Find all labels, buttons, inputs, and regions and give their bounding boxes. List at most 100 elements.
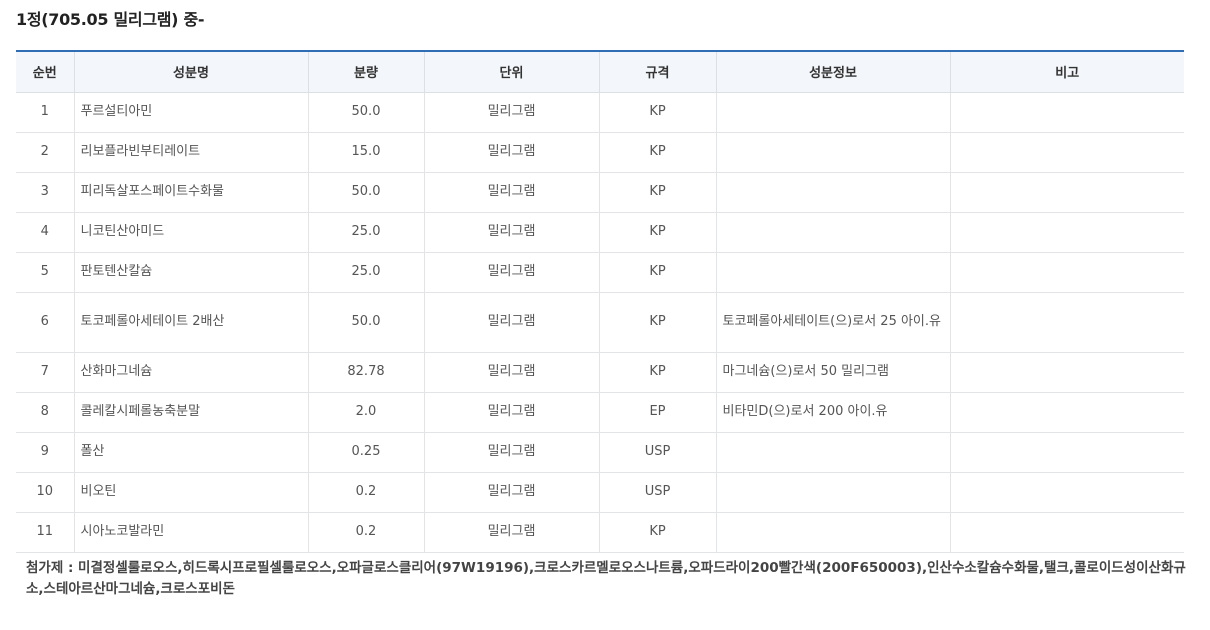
cell-note	[949, 431, 1184, 473]
cell-name: 니코틴산아미드	[73, 211, 309, 253]
additives-text: 첨가제 : 미결정셀룰로오스,히드록시프로필셀룰로오스,오파글로스클리어(97W…	[26, 560, 1186, 597]
cell-unit: 밀리그램	[423, 391, 600, 433]
cell-info	[715, 471, 951, 513]
column-header-name: 성분명	[73, 51, 309, 93]
table-row: 7 산화마그네슘 82.78 밀리그램 KP 마그네슘(으)로서 50 밀리그램	[16, 351, 1184, 393]
cell-no: 10	[16, 471, 75, 513]
cell-unit: 밀리그램	[423, 211, 600, 253]
cell-note	[949, 91, 1184, 133]
cell-info	[715, 131, 951, 173]
cell-info: 마그네슘(으)로서 50 밀리그램	[715, 351, 951, 393]
table-row: 8 콜레칼시페롤농축분말 2.0 밀리그램 EP 비타민D(으)로서 200 아…	[16, 391, 1184, 433]
cell-amount: 50.0	[307, 291, 425, 353]
cell-unit: 밀리그램	[423, 291, 600, 353]
cell-amount: 25.0	[307, 251, 425, 293]
column-header-amount: 분량	[307, 51, 425, 93]
cell-note	[949, 391, 1184, 433]
table-header-row: 순번 성분명 분량 단위 규격 성분정보 비고	[16, 51, 1184, 93]
cell-no: 7	[16, 351, 75, 393]
cell-unit: 밀리그램	[423, 171, 600, 213]
cell-name: 산화마그네슘	[73, 351, 309, 393]
column-header-no: 순번	[16, 51, 75, 93]
cell-unit: 밀리그램	[423, 431, 600, 473]
cell-no: 2	[16, 131, 75, 173]
cell-note	[949, 351, 1184, 393]
cell-unit: 밀리그램	[423, 471, 600, 513]
table-row: 10 비오틴 0.2 밀리그램 USP	[16, 471, 1184, 513]
cell-spec: KP	[598, 211, 717, 253]
cell-name: 푸르설티아민	[73, 91, 309, 133]
cell-info	[715, 251, 951, 293]
cell-amount: 2.0	[307, 391, 425, 433]
cell-amount: 0.25	[307, 431, 425, 473]
cell-note	[949, 511, 1184, 553]
cell-note	[949, 211, 1184, 253]
cell-amount: 15.0	[307, 131, 425, 173]
cell-spec: USP	[598, 431, 717, 473]
cell-note	[949, 471, 1184, 513]
column-header-info: 성분정보	[715, 51, 951, 93]
cell-spec: USP	[598, 471, 717, 513]
cell-info	[715, 511, 951, 553]
cell-name: 폴산	[73, 431, 309, 473]
table-row: 11 시아노코발라민 0.2 밀리그램 KP	[16, 511, 1184, 553]
cell-spec: KP	[598, 291, 717, 353]
table-row: 6 토코페롤아세테이트 2배산 50.0 밀리그램 KP 토코페롤아세테이트(으…	[16, 291, 1184, 353]
cell-amount: 82.78	[307, 351, 425, 393]
cell-spec: KP	[598, 251, 717, 293]
cell-amount: 0.2	[307, 511, 425, 553]
table-row: 5 판토텐산칼슘 25.0 밀리그램 KP	[16, 251, 1184, 293]
column-header-spec: 규격	[598, 51, 717, 93]
cell-spec: KP	[598, 171, 717, 213]
cell-note	[949, 251, 1184, 293]
cell-spec: EP	[598, 391, 717, 433]
cell-unit: 밀리그램	[423, 91, 600, 133]
cell-unit: 밀리그램	[423, 251, 600, 293]
cell-no: 8	[16, 391, 75, 433]
cell-name: 시아노코발라민	[73, 511, 309, 553]
cell-name: 콜레칼시페롤농축분말	[73, 391, 309, 433]
cell-info	[715, 211, 951, 253]
cell-info	[715, 91, 951, 133]
cell-no: 1	[16, 91, 75, 133]
cell-spec: KP	[598, 131, 717, 173]
cell-no: 6	[16, 291, 75, 353]
cell-note	[949, 171, 1184, 213]
table-row: 2 리보플라빈부티레이트 15.0 밀리그램 KP	[16, 131, 1184, 173]
column-header-unit: 단위	[423, 51, 600, 93]
cell-name: 비오틴	[73, 471, 309, 513]
cell-name: 판토텐산칼슘	[73, 251, 309, 293]
table-row: 4 니코틴산아미드 25.0 밀리그램 KP	[16, 211, 1184, 253]
table-row: 3 피리독살포스페이트수화물 50.0 밀리그램 KP	[16, 171, 1184, 213]
cell-info: 비타민D(으)로서 200 아이.유	[715, 391, 951, 433]
cell-no: 9	[16, 431, 75, 473]
cell-amount: 25.0	[307, 211, 425, 253]
cell-info	[715, 431, 951, 473]
cell-name: 토코페롤아세테이트 2배산	[73, 291, 309, 353]
cell-spec: KP	[598, 351, 717, 393]
cell-info	[715, 171, 951, 213]
page: 1정(705.05 밀리그램) 중- 순번 성분명 분량 단위 규격 성분정보 …	[0, 0, 1210, 630]
cell-amount: 50.0	[307, 171, 425, 213]
cell-note	[949, 131, 1184, 173]
cell-no: 4	[16, 211, 75, 253]
cell-unit: 밀리그램	[423, 351, 600, 393]
cell-spec: KP	[598, 91, 717, 133]
cell-note	[949, 291, 1184, 353]
cell-name: 피리독살포스페이트수화물	[73, 171, 309, 213]
cell-no: 3	[16, 171, 75, 213]
page-title: 1정(705.05 밀리그램) 중-	[16, 10, 205, 29]
table-row: 9 폴산 0.25 밀리그램 USP	[16, 431, 1184, 473]
cell-no: 11	[16, 511, 75, 553]
table-row: 1 푸르설티아민 50.0 밀리그램 KP	[16, 91, 1184, 133]
cell-name: 리보플라빈부티레이트	[73, 131, 309, 173]
column-header-note: 비고	[949, 51, 1184, 93]
cell-unit: 밀리그램	[423, 131, 600, 173]
cell-amount: 50.0	[307, 91, 425, 133]
cell-no: 5	[16, 251, 75, 293]
cell-info: 토코페롤아세테이트(으)로서 25 아이.유	[715, 291, 951, 353]
cell-spec: KP	[598, 511, 717, 553]
ingredients-table: 순번 성분명 분량 단위 규격 성분정보 비고 1 푸르설티아민 50.0 밀리…	[16, 50, 1184, 553]
cell-amount: 0.2	[307, 471, 425, 513]
cell-unit: 밀리그램	[423, 511, 600, 553]
